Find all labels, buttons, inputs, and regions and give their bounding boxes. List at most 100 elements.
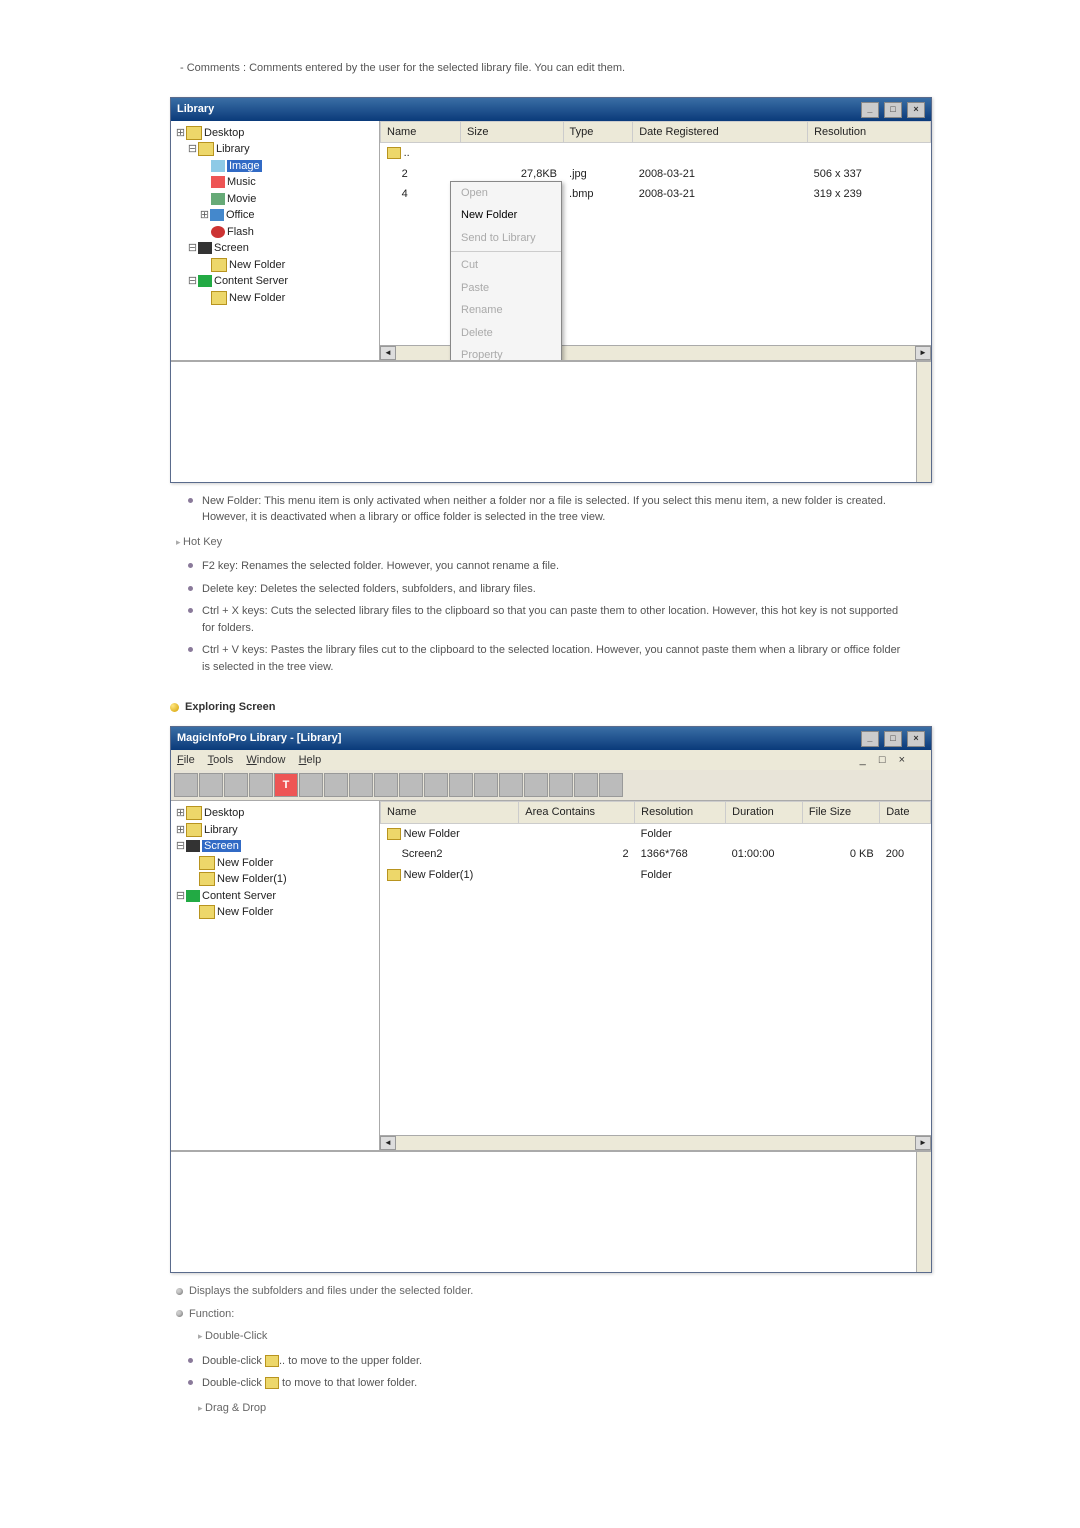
table-row[interactable]: New FolderFolder: [381, 823, 931, 844]
tree-desktop[interactable]: Desktop: [204, 127, 244, 139]
movie-icon: [211, 193, 225, 205]
tree-new-folder-1[interactable]: New Folder(1): [217, 873, 287, 885]
scroll-left-button[interactable]: ◄: [380, 1136, 396, 1150]
scroll-right-button[interactable]: ►: [915, 1136, 931, 1150]
scroll-right-button[interactable]: ►: [915, 346, 931, 360]
col-file-size[interactable]: File Size: [802, 802, 879, 824]
tree-new-folder[interactable]: New Folder: [229, 259, 285, 271]
music-icon: [211, 176, 225, 188]
tree-new-folder[interactable]: New Folder: [217, 857, 273, 869]
toolbar-icon[interactable]: [499, 773, 523, 797]
toolbar-icon[interactable]: [549, 773, 573, 797]
menu-tools[interactable]: Tools: [208, 754, 234, 766]
content-server-icon: [186, 890, 200, 902]
ctx-rename: Rename: [451, 299, 561, 322]
screen-icon: [198, 242, 212, 254]
close-button[interactable]: ×: [907, 731, 925, 747]
scroll-left-button[interactable]: ◄: [380, 346, 396, 360]
table-row[interactable]: ..: [381, 143, 931, 164]
tree-view[interactable]: ⊞Desktop ⊟Library Image Music Movie ⊞Off…: [171, 121, 380, 360]
tree-movie[interactable]: Movie: [227, 193, 256, 205]
col-duration[interactable]: Duration: [726, 802, 803, 824]
menu-window[interactable]: Window: [246, 754, 285, 766]
col-resolution[interactable]: Resolution: [635, 802, 726, 824]
toolbar-icon[interactable]: [224, 773, 248, 797]
tree-content-server[interactable]: Content Server: [214, 275, 288, 287]
hotkey-heading: Hot Key: [170, 534, 910, 551]
toolbar-icon[interactable]: [174, 773, 198, 797]
tree-music[interactable]: Music: [227, 176, 256, 188]
maximize-button[interactable]: □: [884, 102, 902, 118]
h-scrollbar[interactable]: ◄►: [380, 1135, 931, 1150]
folder-icon: [265, 1377, 279, 1389]
hotkey-delete: Delete key: Deletes the selected folders…: [188, 581, 910, 598]
ctx-new-folder[interactable]: New Folder: [451, 204, 561, 227]
col-date[interactable]: Date: [880, 802, 931, 824]
menu-file[interactable]: File: [177, 754, 195, 766]
folder-icon: [387, 869, 401, 881]
col-resolution[interactable]: Resolution: [808, 121, 931, 143]
maximize-button[interactable]: □: [884, 731, 902, 747]
desc-displays: Displays the subfolders and files under …: [170, 1283, 910, 1300]
toolbar-icon[interactable]: [524, 773, 548, 797]
toolbar-icon[interactable]: [424, 773, 448, 797]
toolbar-icon[interactable]: [374, 773, 398, 797]
v-scrollbar[interactable]: [916, 362, 931, 482]
folder-icon: [211, 291, 227, 305]
toolbar: T: [171, 770, 931, 801]
file-list[interactable]: Name Area Contains Resolution Duration F…: [380, 801, 931, 1150]
tree-flash[interactable]: Flash: [227, 226, 254, 238]
toolbar-icon[interactable]: [249, 773, 273, 797]
mdi-close-button[interactable]: ×: [899, 754, 905, 766]
ctx-open: Open: [451, 182, 561, 205]
toolbar-icon[interactable]: [324, 773, 348, 797]
up-folder-icon: [387, 147, 401, 159]
titlebar: MagicInfoPro Library - [Library] _ □ ×: [171, 727, 931, 750]
toolbar-icon[interactable]: [399, 773, 423, 797]
tree-content-server[interactable]: Content Server: [202, 890, 276, 902]
file-list[interactable]: Name Size Type Date Registered Resolutio…: [380, 121, 931, 360]
col-name[interactable]: Name: [381, 802, 519, 824]
col-name[interactable]: Name: [381, 121, 461, 143]
toolbar-icon[interactable]: [474, 773, 498, 797]
menu-help[interactable]: Help: [299, 754, 322, 766]
tree-image[interactable]: Image: [227, 160, 262, 172]
toolbar-icon[interactable]: [199, 773, 223, 797]
tree-screen[interactable]: Screen: [214, 242, 249, 254]
toolbar-icon[interactable]: [349, 773, 373, 797]
toolbar-text-icon[interactable]: T: [274, 773, 298, 797]
screen-icon: [186, 840, 200, 852]
office-icon: [210, 209, 224, 221]
screen-file-icon: [387, 847, 399, 857]
toolbar-icon[interactable]: [299, 773, 323, 797]
mdi-restore-button[interactable]: □: [879, 754, 886, 766]
image-file-icon: [387, 187, 399, 197]
table-row[interactable]: New Folder(1)Folder: [381, 865, 931, 886]
col-date[interactable]: Date Registered: [633, 121, 808, 143]
tree-new-folder-2[interactable]: New Folder: [229, 292, 285, 304]
tree-screen[interactable]: Screen: [202, 840, 241, 852]
mdi-minimize-button[interactable]: _: [860, 754, 866, 766]
hotkey-f2: F2 key: Renames the selected folder. How…: [188, 558, 910, 575]
table-row[interactable]: Screen221366*76801:00:000 KB200: [381, 844, 931, 865]
minimize-button[interactable]: _: [861, 731, 879, 747]
col-type[interactable]: Type: [563, 121, 633, 143]
v-scrollbar[interactable]: [916, 1152, 931, 1272]
tree-view[interactable]: ⊞Desktop ⊞Library ⊟Screen New Folder New…: [171, 801, 380, 1150]
close-button[interactable]: ×: [907, 102, 925, 118]
col-area[interactable]: Area Contains: [519, 802, 635, 824]
col-size[interactable]: Size: [461, 121, 563, 143]
minimize-button[interactable]: _: [861, 102, 879, 118]
tree-new-folder-2[interactable]: New Folder: [217, 906, 273, 918]
toolbar-icon[interactable]: [449, 773, 473, 797]
folder-icon: [199, 905, 215, 919]
tree-desktop[interactable]: Desktop: [204, 807, 244, 819]
toolbar-icon[interactable]: [599, 773, 623, 797]
up-folder-icon: [265, 1355, 279, 1367]
hotkey-ctrl-v: Ctrl + V keys: Pastes the library files …: [188, 642, 910, 675]
tree-library[interactable]: Library: [216, 143, 250, 155]
library-window: Library _ □ × ⊞Desktop ⊟Library Image Mu…: [170, 97, 932, 483]
tree-library[interactable]: Library: [204, 824, 238, 836]
toolbar-icon[interactable]: [574, 773, 598, 797]
tree-office[interactable]: Office: [226, 209, 255, 221]
